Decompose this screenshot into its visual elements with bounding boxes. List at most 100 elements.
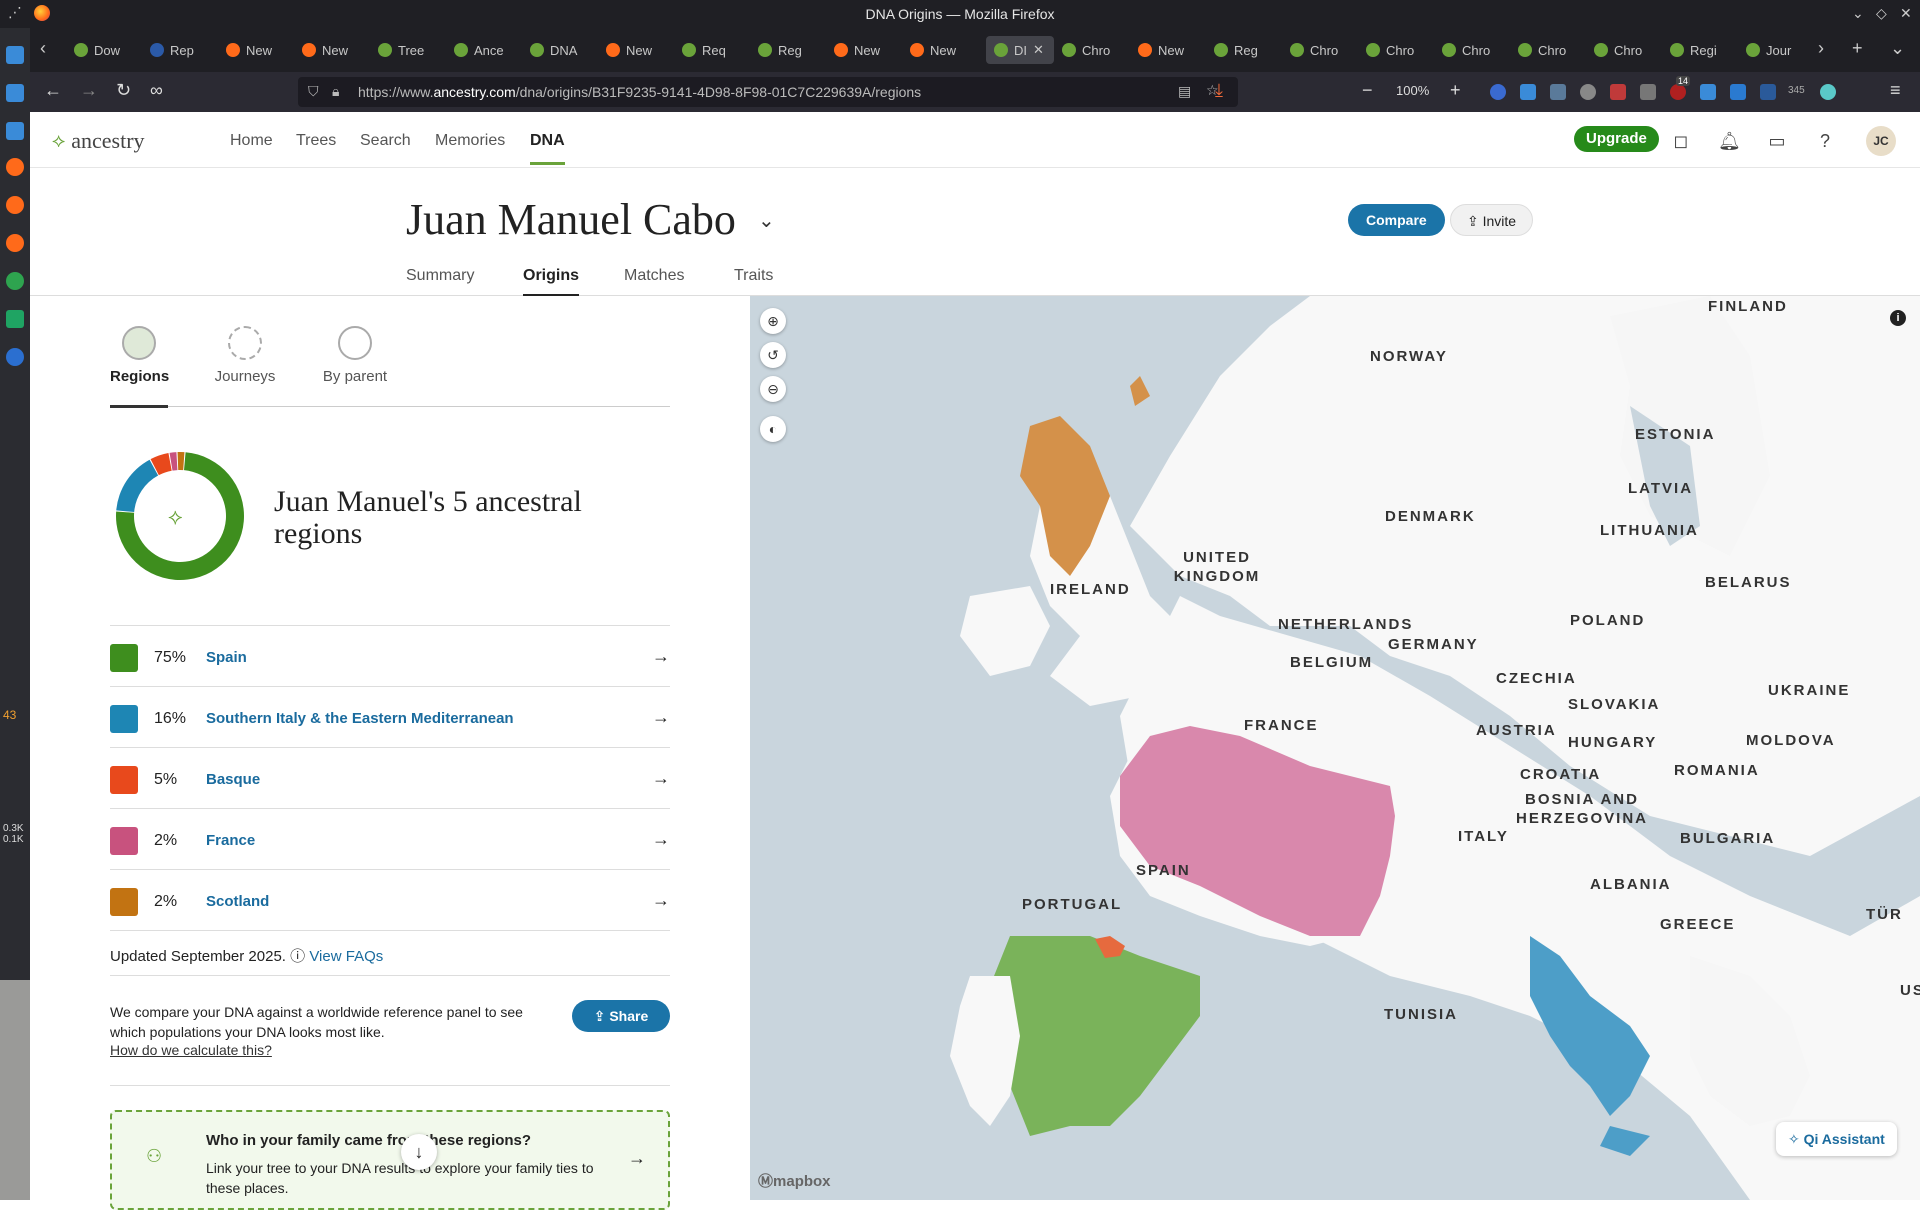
browser-tab[interactable]: Chro [1518,36,1576,64]
forward-icon[interactable]: → [80,80,98,101]
view-faqs-link[interactable]: View FAQs [309,948,383,965]
browser-tab[interactable]: Reg [1214,36,1272,64]
bell-icon[interactable]: 🔔︎ [1718,130,1741,152]
ext-count[interactable]: 345 [1788,85,1805,96]
reader-icon[interactable]: ▤ [1178,83,1191,100]
tab-summary[interactable]: Summary [406,267,474,285]
download-icon[interactable]: ⤓ [1215,80,1223,101]
browser-tab[interactable]: Chro [1062,36,1120,64]
account-icon[interactable] [1580,84,1596,100]
share-button[interactable]: ⇪ Share [572,1000,670,1032]
close-tab-icon[interactable]: ✕ [1033,42,1044,58]
browser-tab[interactable]: Rep [150,36,208,64]
chrome-icon[interactable] [6,272,24,290]
tab-list-icon[interactable]: ⌄ [1890,38,1905,59]
browser-tab[interactable]: New [834,36,892,64]
browser-tab[interactable]: Regi [1670,36,1728,64]
region-row[interactable]: 2% France → [110,808,670,869]
files-icon[interactable] [6,46,24,64]
arrow-right-icon[interactable]: → [652,829,670,850]
view-tab-by-parent[interactable]: By parent [320,326,390,385]
browser-tab[interactable]: DI ✕ [986,36,1054,64]
messages-icon[interactable]: ▭ [1766,130,1788,152]
region-row[interactable]: 5% Basque → [110,747,670,808]
view-tab-regions[interactable]: Regions [110,326,169,385]
scroll-down-button[interactable]: ↓ [401,1134,437,1170]
browser-tab[interactable]: Tree [378,36,436,64]
hints-icon[interactable]: ◻ [1670,130,1692,152]
zoom-level[interactable]: 100% [1396,83,1429,98]
puzzle-icon[interactable] [1640,84,1656,100]
upgrade-button[interactable]: Upgrade [1574,126,1659,152]
browser-tab[interactable]: New [606,36,664,64]
arrow-right-icon[interactable]: → [652,646,670,667]
region-name[interactable]: Basque [206,771,260,788]
contrast-icon[interactable]: ◐ [760,416,786,442]
extension-icon[interactable] [1490,84,1506,100]
browser-tab[interactable]: New [1138,36,1196,64]
browser-tab[interactable]: Reg [758,36,816,64]
lock-icon[interactable]: 🔒︎ [332,83,339,100]
info-icon[interactable]: i [1890,310,1906,326]
browser-tab[interactable]: Dow [74,36,132,64]
extension-icon[interactable] [1730,84,1746,100]
maximize-icon[interactable]: ◇ [1876,5,1887,22]
browser-tab[interactable]: New [910,36,968,64]
close-window-icon[interactable]: ✕ [1900,5,1912,22]
browser-tab[interactable]: Chro [1442,36,1500,64]
profile-name[interactable]: Juan Manuel Cabo [406,194,736,245]
qi-assistant-button[interactable]: ✧ Qi Assistant [1776,1122,1897,1156]
firefox-icon[interactable] [6,196,24,214]
files-icon[interactable] [6,122,24,140]
nav-trees[interactable]: Trees [296,132,336,150]
url-bar[interactable]: ⛉ 🔒︎ https://www.ancestry.com/dna/origin… [298,77,1238,107]
region-row[interactable]: 75% Spain → [110,625,670,686]
chevron-down-icon[interactable]: ⌄ [758,208,775,233]
invite-button[interactable]: ⇪ Invite [1450,204,1534,236]
info-icon[interactable]: ⓘ [290,948,305,965]
extension-icon[interactable] [1610,84,1626,100]
region-name[interactable]: France [206,832,255,849]
infinity-icon[interactable]: ∞ [150,80,163,101]
how-calculate-link[interactable]: How do we calculate this? [110,1042,272,1058]
browser-tab[interactable]: Ance [454,36,512,64]
shield-icon[interactable]: ⛉ [308,83,319,100]
minimize-icon[interactable]: ⌄ [1852,5,1864,22]
arrow-right-icon[interactable]: → [652,707,670,728]
region-row[interactable]: 16% Southern Italy & the Eastern Mediterr… [110,686,670,747]
mapbox-attribution[interactable]: Ⓜmapbox [758,1170,831,1191]
region-name[interactable]: Southern Italy & the Eastern Mediterrane… [206,710,514,727]
firefox-icon[interactable] [6,234,24,252]
sheets-icon[interactable] [6,310,24,328]
tabs-scroll-right-icon[interactable]: › [1818,38,1824,59]
tabs-scroll-left-icon[interactable]: ‹ [40,38,46,59]
zoom-out-icon[interactable]: − [1362,80,1373,101]
reset-view-icon[interactable]: ↺ [760,342,786,368]
ublock-icon[interactable] [1670,84,1686,100]
browser-tab[interactable]: Chro [1290,36,1348,64]
zoom-out-icon[interactable]: ⊖ [760,376,786,402]
cursor-extension-icon[interactable] [1520,84,1536,100]
region-name[interactable]: Spain [206,649,247,666]
browser-tab[interactable]: Req [682,36,740,64]
extension-icon[interactable] [1760,84,1776,100]
thunderbird-icon[interactable] [6,348,24,366]
nav-dna[interactable]: DNA [530,132,565,165]
new-tab-icon[interactable]: + [1852,38,1863,59]
region-name[interactable]: Scotland [206,893,269,910]
browser-tab[interactable]: New [226,36,284,64]
tab-traits[interactable]: Traits [734,267,773,285]
browser-tab[interactable]: Chro [1594,36,1652,64]
arrow-right-icon[interactable]: → [652,890,670,911]
firefox-icon[interactable] [6,158,24,176]
back-icon[interactable]: ← [44,80,62,101]
view-tab-journeys[interactable]: Journeys [210,326,280,385]
extension-icon[interactable] [1700,84,1716,100]
ethnicity-map[interactable]: ⊕ ↺ ⊖ ◐ i FINLAND NORWAY ESTONIA LATVIA DENM… [750,296,1920,1200]
ancestry-logo[interactable]: ⟡ ancestry [52,128,145,154]
menu-icon[interactable]: ≡ [1890,80,1901,101]
nav-memories[interactable]: Memories [435,132,505,150]
browser-tab[interactable]: New [302,36,360,64]
compare-button[interactable]: Compare [1348,204,1445,236]
browser-tab[interactable]: Chro [1366,36,1424,64]
